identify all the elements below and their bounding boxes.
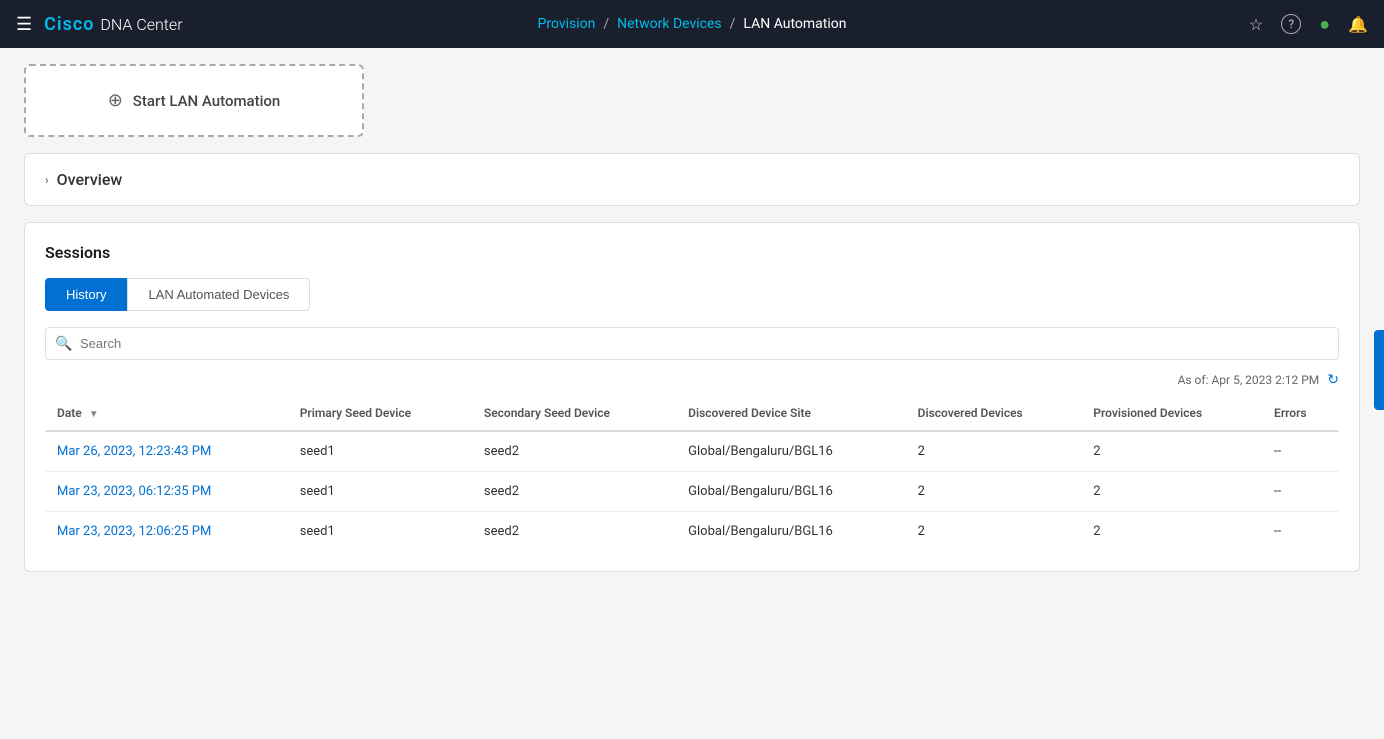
- overview-header[interactable]: › Overview: [45, 170, 1339, 189]
- cell-primary-seed-0: seed1: [288, 431, 472, 472]
- search-icon: 🔍: [55, 336, 72, 352]
- overview-panel: › Overview: [24, 153, 1360, 206]
- current-breadcrumb: LAN Automation: [743, 16, 846, 32]
- bell-icon[interactable]: 🔔: [1348, 15, 1368, 34]
- dna-center-text: DNA Center: [100, 15, 182, 34]
- col-primary-seed: Primary Seed Device: [288, 396, 472, 431]
- sessions-panel: Sessions History LAN Automated Devices 🔍…: [24, 222, 1360, 572]
- cell-discovered-site-2: Global/Bengaluru/BGL16: [676, 512, 906, 552]
- sort-icon: ▼: [89, 409, 99, 420]
- date-link-2[interactable]: Mar 23, 2023, 12:06:25 PM: [57, 524, 211, 539]
- overview-title: Overview: [57, 170, 123, 189]
- col-provisioned-devices: Provisioned Devices: [1081, 396, 1262, 431]
- cell-errors-0: --: [1262, 431, 1339, 472]
- table-body: Mar 26, 2023, 12:23:43 PM seed1 seed2 Gl…: [45, 431, 1339, 551]
- main-content: ⊕ Start LAN Automation › Overview Sessio…: [0, 48, 1384, 739]
- start-lan-label: Start LAN Automation: [133, 92, 280, 110]
- cisco-brand-text: Cisco: [44, 14, 94, 35]
- chevron-right-icon: ›: [45, 173, 49, 187]
- cell-provisioned-devices-1: 2: [1081, 472, 1262, 512]
- table-row: Mar 26, 2023, 12:23:43 PM seed1 seed2 Gl…: [45, 431, 1339, 472]
- cell-secondary-seed-1: seed2: [472, 472, 676, 512]
- cell-discovered-devices-2: 2: [906, 512, 1082, 552]
- breadcrumb: Provision / Network Devices / LAN Automa…: [538, 16, 847, 32]
- network-devices-breadcrumb-link[interactable]: Network Devices: [617, 16, 722, 32]
- cell-discovered-site-1: Global/Bengaluru/BGL16: [676, 472, 906, 512]
- provision-breadcrumb-link[interactable]: Provision: [538, 16, 596, 32]
- hamburger-menu-icon[interactable]: ☰: [16, 14, 32, 35]
- cell-primary-seed-2: seed1: [288, 512, 472, 552]
- start-lan-plus-icon: ⊕: [108, 90, 123, 111]
- cell-date-0: Mar 26, 2023, 12:23:43 PM: [45, 431, 288, 472]
- table-meta-bar: As of: Apr 5, 2023 2:12 PM ↻: [45, 372, 1339, 388]
- sessions-title: Sessions: [45, 243, 1339, 262]
- session-tab-group: History LAN Automated Devices: [45, 278, 1339, 311]
- search-box: 🔍: [45, 327, 1339, 360]
- cell-date-2: Mar 23, 2023, 12:06:25 PM: [45, 512, 288, 552]
- breadcrumb-separator-2: /: [730, 16, 736, 32]
- cell-discovered-site-0: Global/Bengaluru/BGL16: [676, 431, 906, 472]
- search-input[interactable]: [45, 327, 1339, 360]
- cell-discovered-devices-1: 2: [906, 472, 1082, 512]
- table-row: Mar 23, 2023, 06:12:35 PM seed1 seed2 Gl…: [45, 472, 1339, 512]
- cell-date-1: Mar 23, 2023, 06:12:35 PM: [45, 472, 288, 512]
- col-errors: Errors: [1262, 396, 1339, 431]
- logo: Cisco DNA Center: [44, 14, 182, 35]
- top-navigation: ☰ Cisco DNA Center Provision / Network D…: [0, 0, 1384, 48]
- cell-provisioned-devices-2: 2: [1081, 512, 1262, 552]
- status-icon[interactable]: ●: [1319, 14, 1330, 35]
- breadcrumb-separator-1: /: [603, 16, 609, 32]
- col-date[interactable]: Date ▼: [45, 396, 288, 431]
- cell-discovered-devices-0: 2: [906, 431, 1082, 472]
- help-icon[interactable]: ?: [1281, 14, 1301, 34]
- star-icon[interactable]: ☆: [1249, 15, 1263, 34]
- col-discovered-devices: Discovered Devices: [906, 396, 1082, 431]
- nav-icon-group: ☆ ? ● 🔔: [1249, 14, 1368, 35]
- date-link-1[interactable]: Mar 23, 2023, 06:12:35 PM: [57, 484, 211, 499]
- table-row: Mar 23, 2023, 12:06:25 PM seed1 seed2 Gl…: [45, 512, 1339, 552]
- history-tab[interactable]: History: [45, 278, 127, 311]
- table-header: Date ▼ Primary Seed Device Secondary See…: [45, 396, 1339, 431]
- start-lan-automation-button[interactable]: ⊕ Start LAN Automation: [24, 64, 364, 137]
- cell-primary-seed-1: seed1: [288, 472, 472, 512]
- col-secondary-seed: Secondary Seed Device: [472, 396, 676, 431]
- date-link-0[interactable]: Mar 26, 2023, 12:23:43 PM: [57, 444, 211, 459]
- right-sidebar-accent: [1374, 330, 1384, 410]
- cell-errors-1: --: [1262, 472, 1339, 512]
- sessions-table: Date ▼ Primary Seed Device Secondary See…: [45, 396, 1339, 551]
- cell-errors-2: --: [1262, 512, 1339, 552]
- lan-automated-devices-tab[interactable]: LAN Automated Devices: [127, 278, 310, 311]
- col-discovered-site: Discovered Device Site: [676, 396, 906, 431]
- cell-provisioned-devices-0: 2: [1081, 431, 1262, 472]
- refresh-icon[interactable]: ↻: [1327, 372, 1339, 388]
- timestamp-label: As of: Apr 5, 2023 2:12 PM: [1178, 373, 1320, 387]
- cell-secondary-seed-2: seed2: [472, 512, 676, 552]
- cell-secondary-seed-0: seed2: [472, 431, 676, 472]
